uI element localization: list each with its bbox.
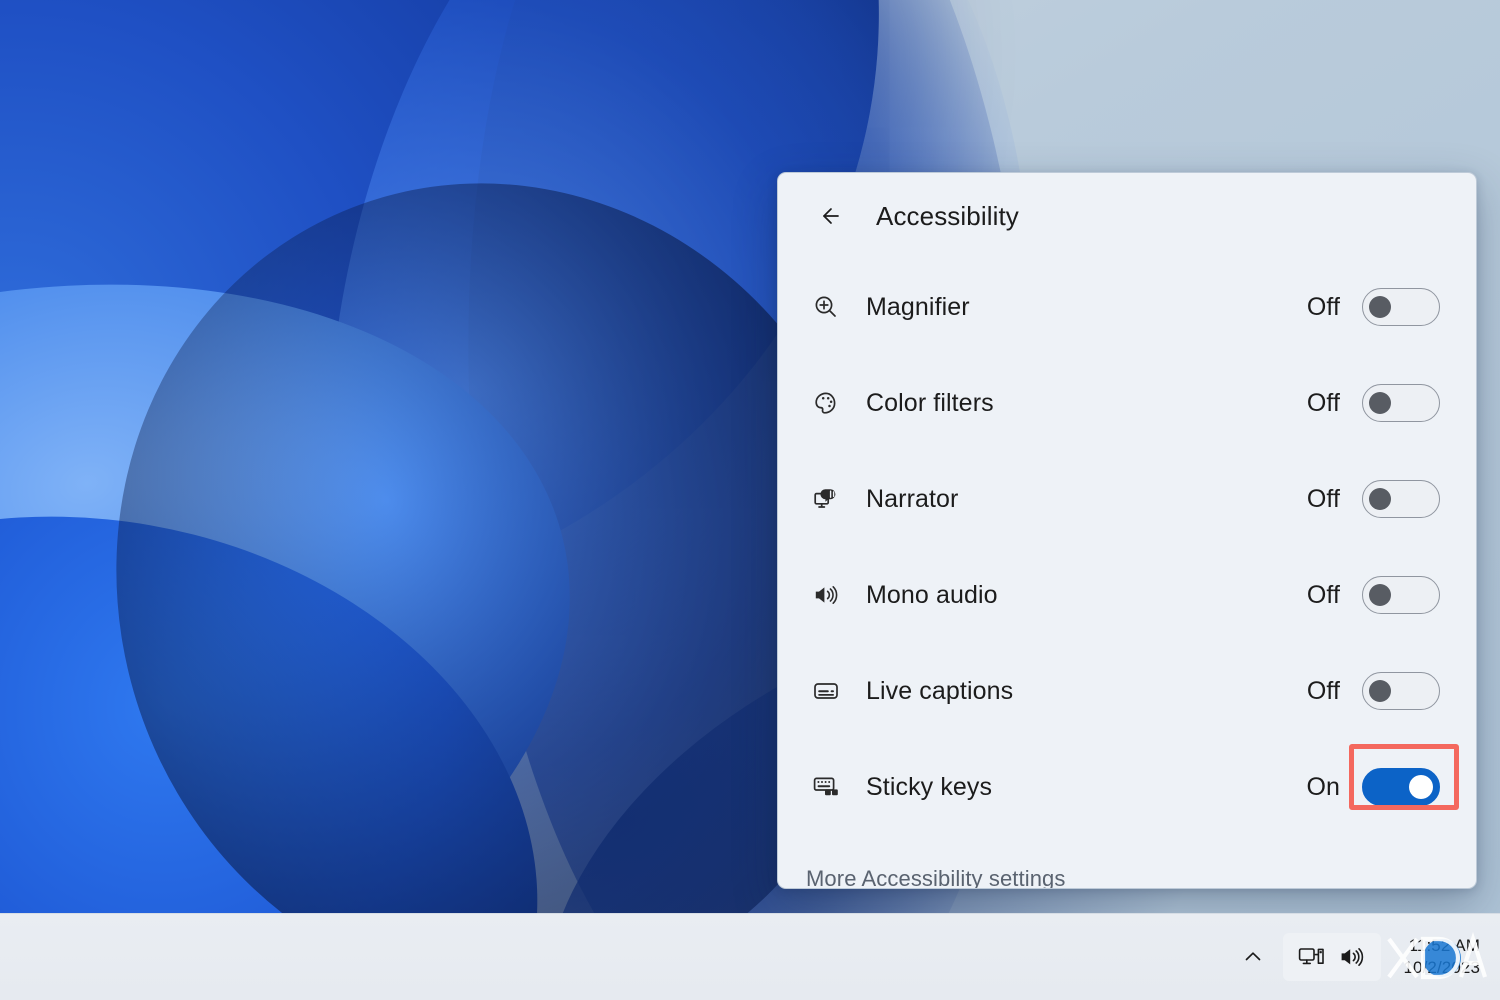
toggle-knob bbox=[1369, 584, 1391, 606]
show-hidden-icons-button[interactable] bbox=[1231, 935, 1275, 979]
clock-and-date-button[interactable]: 11:52 AM 10/2/2023 bbox=[1403, 935, 1480, 980]
sticky-keys-icon bbox=[806, 772, 846, 802]
setting-label: Mono audio bbox=[866, 580, 998, 609]
color-palette-icon bbox=[806, 388, 846, 418]
clock-date: 10/2/2023 bbox=[1403, 958, 1480, 977]
back-arrow-icon bbox=[823, 208, 839, 224]
desktop: Accessibility Magnifier Off Color filter… bbox=[0, 0, 1500, 1000]
clock-time: 11:52 AM bbox=[1408, 935, 1480, 955]
magnifier-icon bbox=[806, 292, 846, 322]
taskbar: 11:52 AM 10/2/2023 bbox=[0, 913, 1500, 1000]
live-captions-icon bbox=[806, 676, 846, 706]
setting-state: On bbox=[1306, 772, 1340, 801]
color-filters-toggle[interactable] bbox=[1362, 384, 1440, 422]
page-title: Accessibility bbox=[876, 200, 1019, 231]
panel-footer: More Accessibility settings bbox=[778, 835, 1476, 888]
setting-row-color-filters[interactable]: Color filters Off bbox=[778, 355, 1476, 451]
setting-row-mono-audio[interactable]: Mono audio Off bbox=[778, 547, 1476, 643]
setting-state: Off bbox=[1306, 484, 1340, 513]
speaker-icon bbox=[1342, 948, 1364, 966]
setting-state: Off bbox=[1306, 388, 1340, 417]
more-accessibility-settings-link[interactable]: More Accessibility settings bbox=[806, 866, 1065, 888]
setting-label: Magnifier bbox=[866, 292, 970, 321]
live-captions-toggle[interactable] bbox=[1362, 672, 1440, 710]
toggle-knob bbox=[1369, 488, 1391, 510]
setting-state: Off bbox=[1306, 580, 1340, 609]
system-tray: 11:52 AM 10/2/2023 bbox=[1231, 933, 1500, 981]
setting-label: Live captions bbox=[866, 676, 1014, 705]
magnifier-toggle[interactable] bbox=[1362, 288, 1440, 326]
setting-label: Narrator bbox=[866, 484, 959, 513]
mono-audio-toggle[interactable] bbox=[1362, 576, 1440, 614]
toggle-knob bbox=[1409, 775, 1433, 799]
panel-header: Accessibility bbox=[778, 173, 1476, 259]
back-button[interactable] bbox=[806, 194, 850, 238]
quick-settings-button[interactable] bbox=[1283, 933, 1382, 981]
setting-row-magnifier[interactable]: Magnifier Off bbox=[778, 259, 1476, 355]
toggle-knob bbox=[1369, 680, 1391, 702]
mono-audio-icon bbox=[806, 580, 846, 610]
toggle-knob bbox=[1369, 296, 1391, 318]
setting-label: Sticky keys bbox=[866, 772, 993, 801]
accessibility-flyout-panel: Accessibility Magnifier Off Color filter… bbox=[777, 172, 1477, 889]
setting-row-sticky-keys[interactable]: Sticky keys On bbox=[778, 739, 1476, 835]
setting-state: Off bbox=[1306, 676, 1340, 705]
accessibility-settings-list: Magnifier Off Color filters Off Narrator… bbox=[778, 259, 1476, 835]
sticky-keys-toggle[interactable] bbox=[1362, 768, 1440, 806]
setting-state: Off bbox=[1306, 292, 1340, 321]
chevron-up-icon bbox=[1246, 952, 1261, 961]
toggle-knob bbox=[1369, 392, 1391, 414]
setting-row-narrator[interactable]: Narrator Off bbox=[778, 451, 1476, 547]
setting-label: Color filters bbox=[866, 388, 994, 417]
network-monitor-icon bbox=[1299, 948, 1325, 965]
narrator-toggle[interactable] bbox=[1362, 480, 1440, 518]
setting-row-live-captions[interactable]: Live captions Off bbox=[778, 643, 1476, 739]
narrator-icon bbox=[806, 484, 846, 514]
